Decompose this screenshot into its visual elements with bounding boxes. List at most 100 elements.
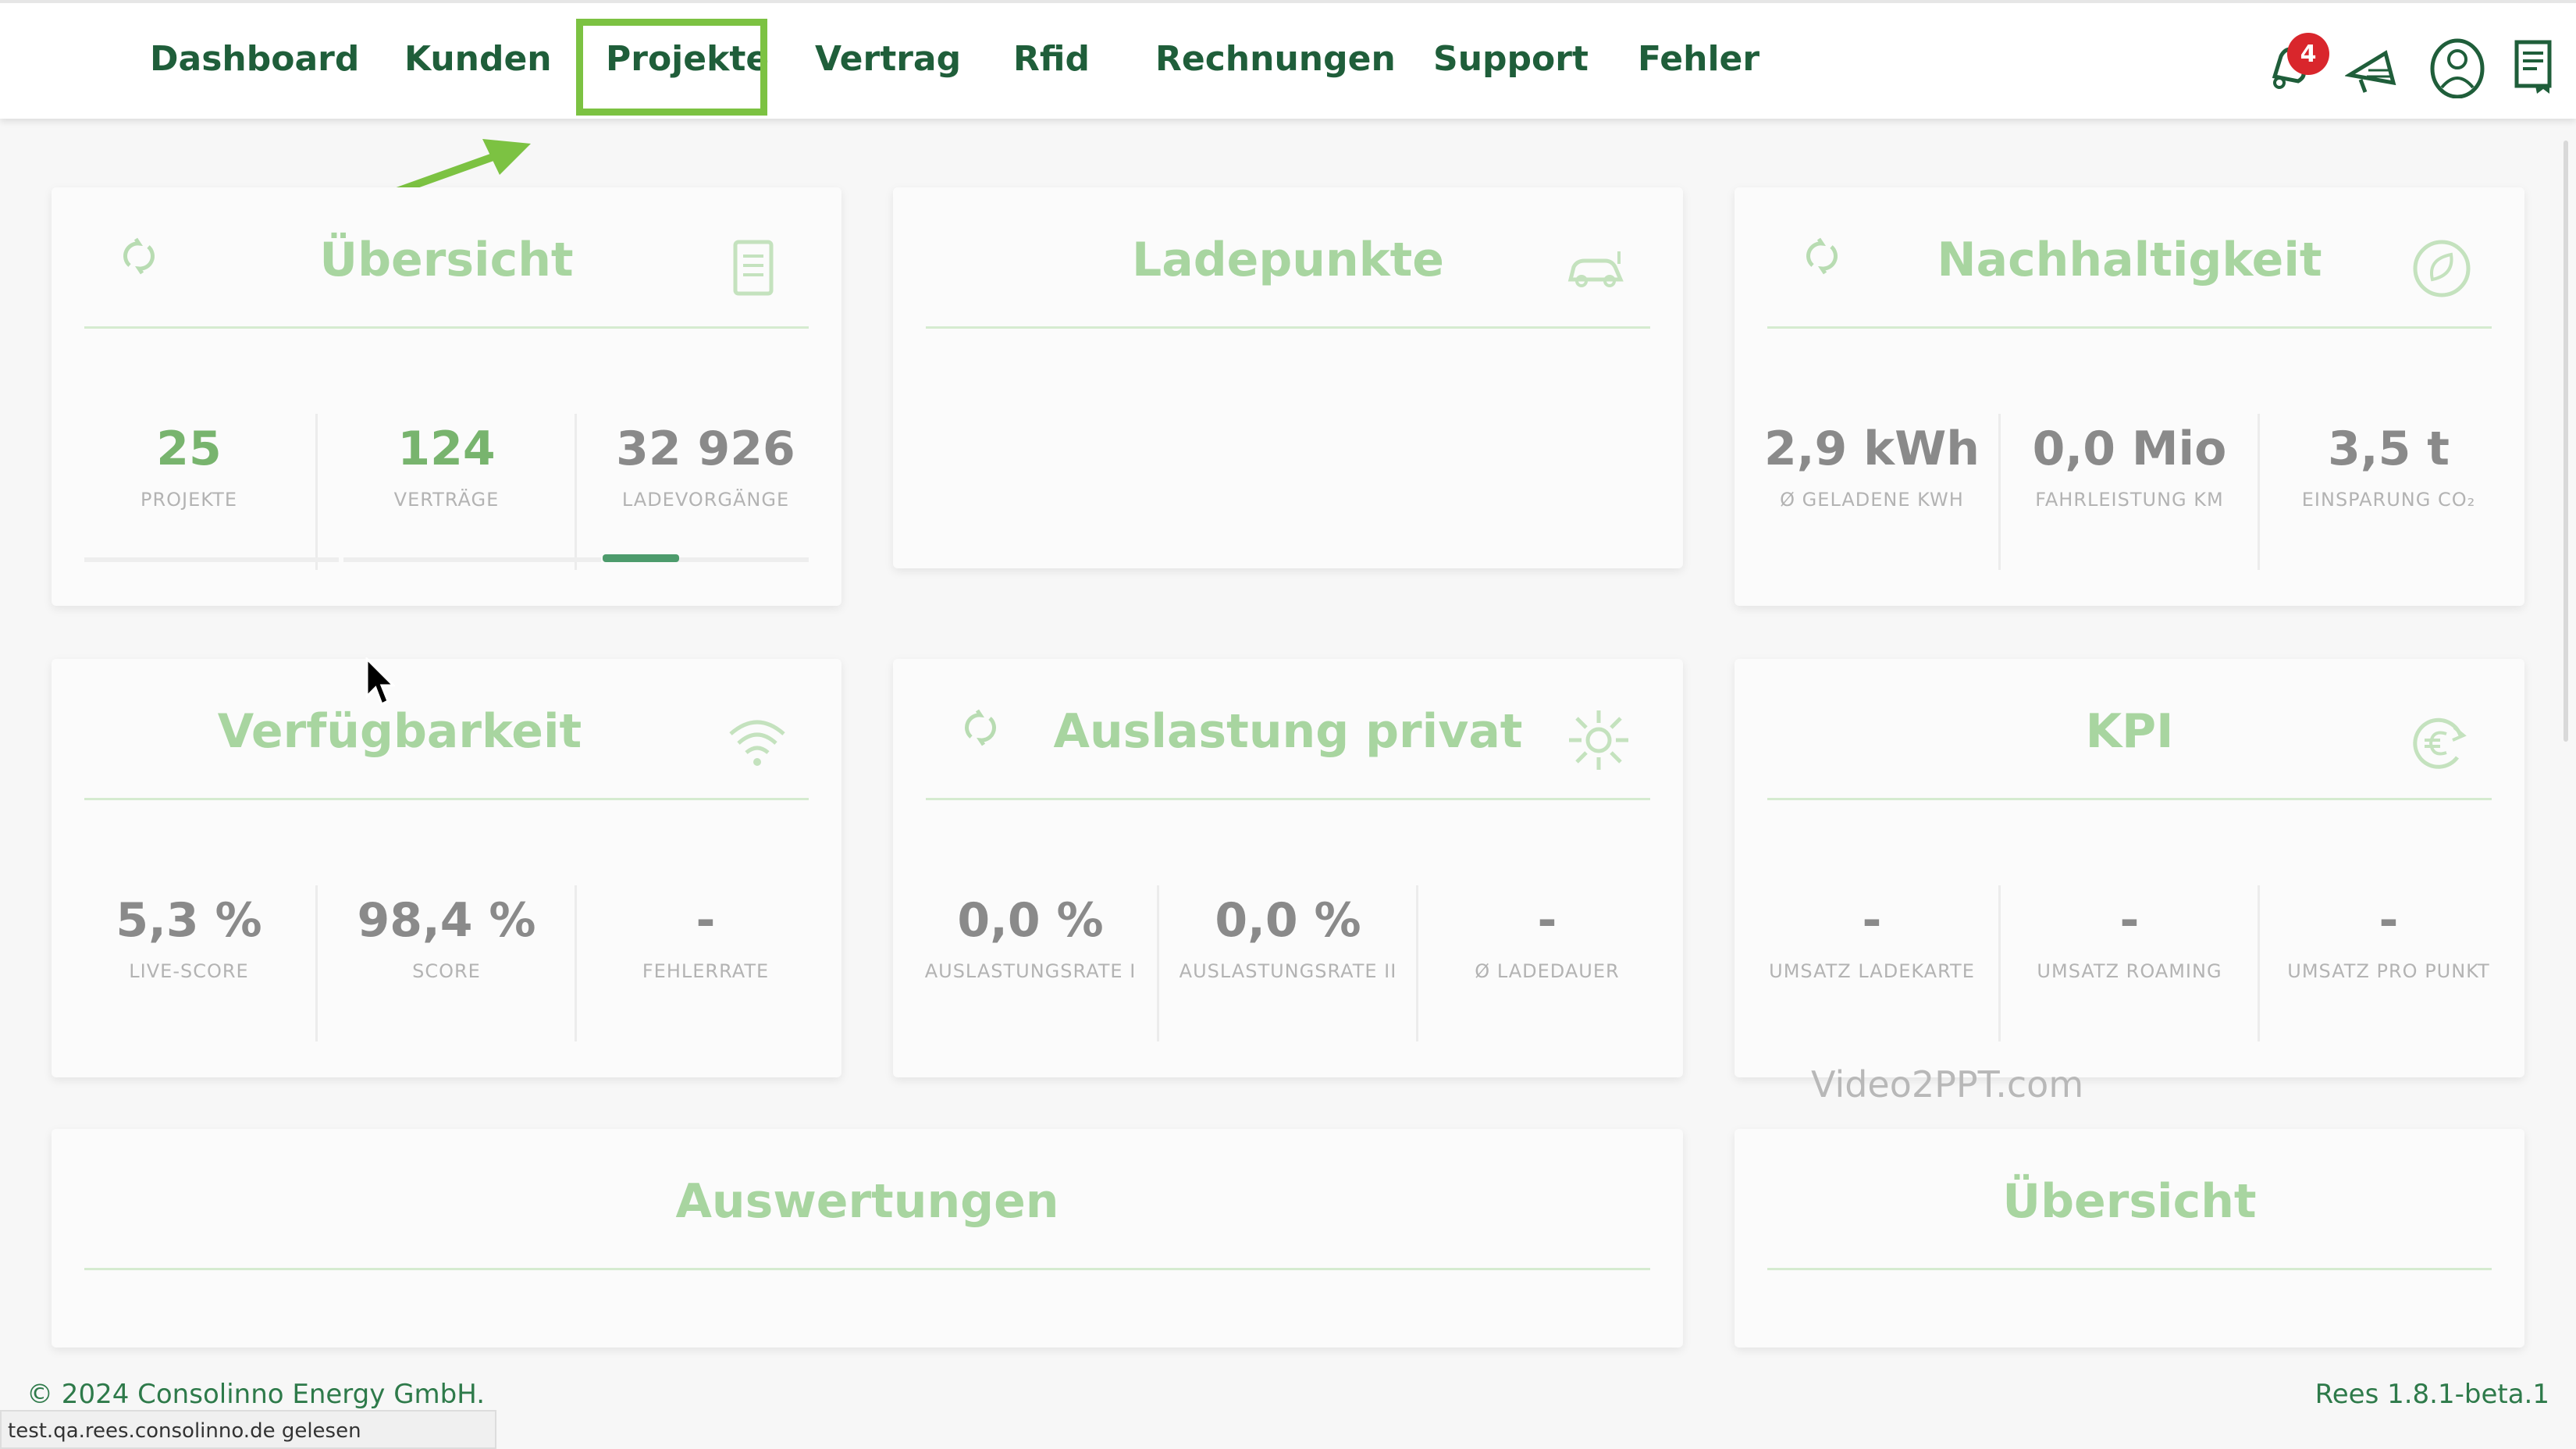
- watermark: Video2PPT.com: [1811, 1063, 2084, 1105]
- active-tab-indicator: [603, 554, 679, 562]
- notification-badge: 4: [2287, 33, 2329, 75]
- card-title: Nachhaltigkeit: [1937, 233, 2322, 287]
- stat-label: UMSATZ LADEKARTE: [1769, 960, 1975, 982]
- stat-label: FAHRLEISTUNG KM: [2035, 489, 2224, 511]
- card-auswertungen: Auswertungen: [52, 1129, 1683, 1348]
- card-divider: [84, 326, 809, 329]
- stat-value: -: [2379, 893, 2399, 948]
- top-navigation: Dashboard Kunden Projekte Vertrag Rfid R…: [0, 0, 2576, 119]
- stat-divider: [315, 885, 318, 1041]
- stat-label: SCORE: [412, 960, 481, 982]
- tab-indicator-track: [343, 557, 601, 562]
- sun-icon: [1566, 707, 1631, 776]
- stat-geladene-kwh: 2,9 kWh Ø GELADENE KWH: [1747, 422, 1997, 511]
- card-title: Übersicht: [319, 233, 574, 287]
- leaf-globe-icon: [2411, 236, 2473, 304]
- stat-value: 25: [156, 422, 222, 476]
- status-bar-url: test.qa.rees.consolinno.de gelesen: [0, 1410, 496, 1449]
- stat-value: 0,0 %: [1215, 893, 1361, 948]
- tab-indicator-track: [84, 557, 339, 562]
- card-kpi: KPI - UMSATZ LADEKARTE - UMSATZ ROAMING …: [1735, 659, 2524, 1077]
- nav-support[interactable]: Support: [1433, 39, 1589, 79]
- stat-divider: [2258, 414, 2260, 570]
- stat-value: 5,3 %: [116, 893, 262, 948]
- nav-dashboard[interactable]: Dashboard: [150, 39, 359, 79]
- stat-label: AUSLASTUNGSRATE I: [924, 960, 1137, 982]
- stat-divider: [575, 414, 577, 570]
- document-icon[interactable]: [2512, 36, 2568, 98]
- stat-value: -: [1537, 893, 1557, 948]
- car-charging-icon: [1566, 245, 1628, 295]
- card-title: KPI: [2085, 704, 2174, 759]
- stat-divider: [1157, 885, 1159, 1041]
- stat-value: 0,0 %: [957, 893, 1104, 948]
- stat-value: 32 926: [616, 422, 795, 476]
- refresh-icon[interactable]: [1800, 234, 1844, 281]
- stat-auslastungsrate-1: 0,0 % AUSLASTUNGSRATE I: [906, 893, 1155, 982]
- card-title: Ladepunkte: [1131, 233, 1445, 287]
- stat-value: -: [696, 893, 716, 948]
- card-verfuegbarkeit: Verfügbarkeit 5,3 % LIVE-SCORE 98,4 % SC…: [52, 659, 841, 1077]
- nav-rechnungen[interactable]: Rechnungen: [1155, 39, 1396, 79]
- card-auslastung-privat: Auslastung privat 0,0 % AUSLASTUNGSRATE …: [893, 659, 1683, 1077]
- stat-vertraege[interactable]: 124 VERTRÄGE: [322, 422, 571, 511]
- stat-divider: [1998, 414, 2001, 570]
- stat-umsatz-ladekarte: - UMSATZ LADEKARTE: [1747, 893, 1997, 982]
- card-divider: [1767, 326, 2492, 329]
- nav-kunden[interactable]: Kunden: [404, 39, 552, 79]
- stat-value: 124: [397, 422, 496, 476]
- card-ladepunkte: Ladepunkte: [893, 187, 1683, 568]
- stat-live-score: 5,3 % LIVE-SCORE: [64, 893, 314, 982]
- stat-value: 3,5 t: [2328, 422, 2450, 476]
- stat-einsparung: 3,5 t EINSPARUNG CO₂: [2264, 422, 2514, 511]
- stat-score: 98,4 % SCORE: [322, 893, 571, 982]
- user-icon[interactable]: [2429, 36, 2485, 99]
- stat-ladevorgaenge[interactable]: 32 926 LADEVORGÄNGE: [581, 422, 831, 511]
- stat-auslastungsrate-2: 0,0 % AUSLASTUNGSRATE II: [1163, 893, 1413, 982]
- stat-label: PROJEKTE: [141, 489, 237, 511]
- stat-label: UMSATZ ROAMING: [2037, 960, 2222, 982]
- stat-label: EINSPARUNG CO₂: [2301, 489, 2476, 511]
- refresh-icon[interactable]: [959, 706, 1002, 753]
- stat-label: LIVE-SCORE: [129, 960, 249, 982]
- stat-value: 0,0 Mio: [2032, 422, 2227, 476]
- stat-label: VERTRÄGE: [393, 489, 500, 511]
- stat-fahrleistung: 0,0 Mio FAHRLEISTUNG KM: [2005, 422, 2254, 511]
- nav-vertrag[interactable]: Vertrag: [815, 39, 961, 79]
- card-divider: [84, 1268, 1650, 1270]
- stat-projekte[interactable]: 25 PROJEKTE: [64, 422, 314, 511]
- wifi-icon: [726, 715, 788, 773]
- card-divider: [1767, 798, 2492, 800]
- euro-refresh-icon: [2409, 712, 2471, 778]
- card-divider: [926, 798, 1650, 800]
- scrollbar[interactable]: [2564, 141, 2568, 742]
- card-divider: [926, 326, 1650, 329]
- stat-value: -: [2119, 893, 2140, 948]
- stat-divider: [315, 414, 318, 570]
- nav-fehler[interactable]: Fehler: [1638, 39, 1759, 79]
- mouse-cursor-icon: [364, 656, 397, 710]
- megaphone-icon[interactable]: [2344, 36, 2401, 98]
- card-divider: [84, 798, 809, 800]
- stat-value: -: [1862, 893, 1882, 948]
- stat-fehlerrate: - FEHLERRATE: [581, 893, 831, 982]
- stat-ladedauer: - Ø LADEDAUER: [1422, 893, 1672, 982]
- nav-rfid[interactable]: Rfid: [1013, 39, 1090, 79]
- stat-label: AUSLASTUNGSRATE II: [1179, 960, 1397, 982]
- stat-divider: [575, 885, 577, 1041]
- stat-label: Ø GELADENE KWH: [1780, 489, 1964, 511]
- nav-projekte[interactable]: Projekte: [606, 39, 769, 79]
- stat-value: 98,4 %: [357, 893, 536, 948]
- stat-label: FEHLERRATE: [642, 960, 770, 982]
- footer-copyright: © 2024 Consolinno Energy GmbH.: [27, 1379, 486, 1410]
- stat-umsatz-roaming: - UMSATZ ROAMING: [2005, 893, 2254, 982]
- card-divider: [1767, 1268, 2492, 1270]
- stat-divider: [1998, 885, 2001, 1041]
- stat-label: LADEVORGÄNGE: [621, 489, 790, 511]
- document-list-icon: [731, 237, 777, 303]
- card-title: Auslastung privat: [1053, 704, 1523, 759]
- stat-umsatz-pro-punkt: - UMSATZ PRO PUNKT: [2264, 893, 2514, 982]
- refresh-icon[interactable]: [117, 234, 161, 281]
- card-title: Verfügbarkeit: [217, 704, 582, 759]
- card-uebersicht: Übersicht 25 PROJEKTE 124 VERTRÄGE 32 92…: [52, 187, 841, 606]
